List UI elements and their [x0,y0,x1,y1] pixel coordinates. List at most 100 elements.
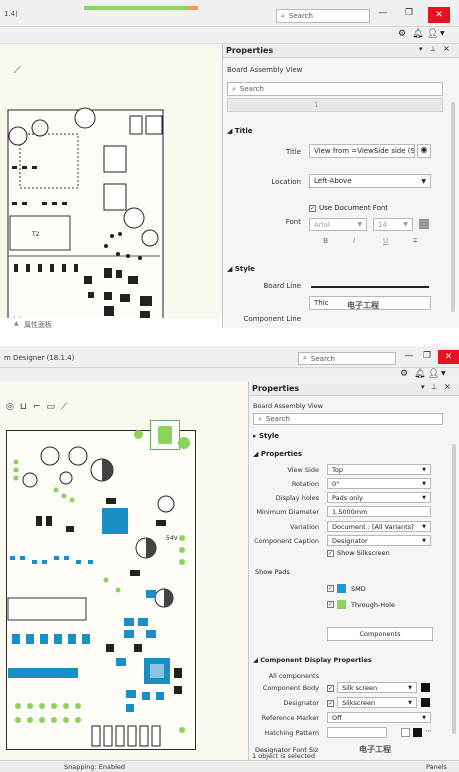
component-caption-select[interactable]: Designator ▼ [327,535,431,546]
panel-search[interactable]: ⌕ Search [227,82,443,96]
properties-panel: Properties ▾ ⊥ × Board Assembly View ⌕ S… [248,382,459,760]
section-style-header[interactable]: ◢ Style [227,265,255,273]
global-search-box[interactable]: ⌕ Search [298,352,396,365]
panel-menu-icon[interactable]: ▾ [419,45,423,53]
frame-icon[interactable]: ▭ [46,402,55,414]
pcb-canvas[interactable]: ⟋ T2 [0,44,222,328]
panel-close-icon[interactable]: × [443,44,450,53]
panel-close-icon[interactable]: × [444,382,451,391]
underline-button[interactable]: U [383,237,388,245]
panel-title: Properties [226,46,274,55]
through-hole-row[interactable]: ✓ Through-Hole [327,599,437,610]
panel-subtitle: Board Assembly View [227,66,303,74]
min-diameter-label: Minimum Diameter [256,508,319,516]
rotation-select[interactable]: 0° ▼ [327,478,431,489]
component-caption-label: Component Caption [254,537,319,545]
user-menu-chevron-icon[interactable]: ▼ [441,370,446,377]
search-icon: ⌕ [303,354,307,362]
through-hole-color-swatch[interactable] [337,600,346,609]
line-tool-icon[interactable]: ⟋ [61,402,67,414]
designator-color-swatch[interactable] [421,698,430,707]
maximize-button[interactable]: ❐ [420,351,434,363]
watermark-text: 电子工程 [359,745,391,754]
close-button[interactable]: ✕ [428,7,450,23]
pcb-voltage-label: 54V [166,535,179,542]
variation-select[interactable]: Document : [All Variants] ▼ [327,521,431,532]
italic-button[interactable]: I [353,237,355,245]
strike-button[interactable]: T [413,237,417,245]
min-diameter-field[interactable]: 1.5000mm [327,506,431,517]
smd-color-swatch[interactable] [337,584,346,593]
component-body-select[interactable]: Silk screen ▼ [337,682,417,693]
eye-icon[interactable]: ◉ [417,144,431,158]
bottom-screenshot: m Designer (18.1.4) ⌕ Search — ❐ ✕ ⚙ 🔔︎ … [0,346,459,772]
pcb-canvas[interactable]: ◎ ⊔ ⌐ ▭ ⟋ 54V [0,382,248,760]
search-icon: ⌕ [232,84,236,93]
title-field[interactable]: View from =ViewSide side (S: [309,144,415,158]
select-icon[interactable]: ⊔ [20,402,27,414]
spin-field[interactable]: 1 [227,98,443,112]
chevron-down-icon: ▼ [422,480,426,487]
components-button[interactable]: Components [327,627,433,641]
bell-icon[interactable]: 🔔︎ [412,29,423,39]
user-menu-chevron-icon[interactable]: ▼ [440,30,445,37]
title-value: View from =ViewSide side (S: [314,147,415,155]
hatching-color-swatch[interactable] [401,728,410,737]
panel-scrollbar[interactable] [451,102,455,312]
panel-scrollbar[interactable] [452,444,456,734]
smd-row[interactable]: ✓ SMD [327,583,437,594]
gear-icon[interactable]: ⚙ [398,29,406,39]
user-icon[interactable]: 👤︎ [427,29,438,39]
font-size-select[interactable]: 14 ▼ [373,218,413,231]
line-tool-icon[interactable]: ⟋ [14,66,20,76]
close-button[interactable]: ✕ [438,350,459,364]
minimize-button[interactable]: — [374,8,392,22]
font-color-swatch[interactable] [419,219,429,229]
maximize-button[interactable]: ❐ [400,8,418,22]
zoom-icon[interactable]: ◎ [6,402,14,414]
panel-search[interactable]: ⌕ Search [253,413,443,425]
chevron-down-icon: ▼ [403,221,408,228]
section-properties-label: Properties [260,450,303,458]
section-component-display-header[interactable]: ◢ Component Display Properties [253,656,372,664]
panels-button[interactable]: Panels [426,763,447,771]
rotation-value: 0° [332,479,340,488]
title-bar: m Designer (18.1.4) ⌕ Search — ❐ ✕ [0,346,459,368]
more-icon[interactable]: ⋯ [425,727,432,735]
panel-menu-icon[interactable]: ▾ [421,383,425,391]
display-holes-select[interactable]: Pads only ▼ [327,492,431,503]
show-silkscreen-checkbox[interactable]: ✓ [327,550,334,557]
use-doc-font-row[interactable]: ✓ Use Document Font [309,204,439,214]
gear-icon[interactable]: ⚙ [400,369,408,379]
reference-marker-value: Off [332,713,342,722]
pin-icon[interactable]: ⊥ [430,45,436,53]
component-body-value: Silk screen [342,683,378,692]
hatching-pattern-select[interactable] [327,727,387,738]
font-name-select[interactable]: Arial ▼ [309,218,367,231]
global-search-box[interactable]: ⌕ Search [276,9,370,23]
section-title-header[interactable]: ◢ Title [227,127,253,135]
reference-marker-select[interactable]: Off ▼ [327,712,431,723]
show-silkscreen-label: Show Silkscreen [337,549,390,557]
section-properties-header[interactable]: ◢ Properties [253,450,302,458]
user-icon[interactable]: 👤︎ [428,369,439,379]
component-body-color-swatch[interactable] [421,683,430,692]
location-select[interactable]: Left-Above ▼ [309,174,431,188]
hatching-fill-swatch[interactable] [413,728,422,737]
component-body-checkbox[interactable]: ✓ [327,685,334,692]
designator-checkbox[interactable]: ✓ [327,700,334,707]
show-silkscreen-row[interactable]: ✓ Show Silkscreen [327,549,437,559]
view-side-select[interactable]: Top ▼ [327,464,431,475]
pin-icon[interactable]: ⊥ [431,383,437,391]
section-style-header[interactable]: ▸ Style [253,432,279,440]
hatching-pattern-label: Hatching Pattern [264,729,319,737]
smd-checkbox[interactable]: ✓ [327,585,334,592]
designator-select[interactable]: Silkscreen ▼ [337,697,417,708]
title-bar: 1.4) ⌕ Search — ❐ ✕ [0,0,459,27]
bold-button[interactable]: B [323,237,328,245]
bell-icon[interactable]: 🔔︎ [414,369,425,379]
route-icon[interactable]: ⌐ [33,402,41,414]
use-doc-font-checkbox[interactable]: ✓ [309,205,316,212]
through-hole-checkbox[interactable]: ✓ [327,601,334,608]
minimize-button[interactable]: — [402,351,416,363]
